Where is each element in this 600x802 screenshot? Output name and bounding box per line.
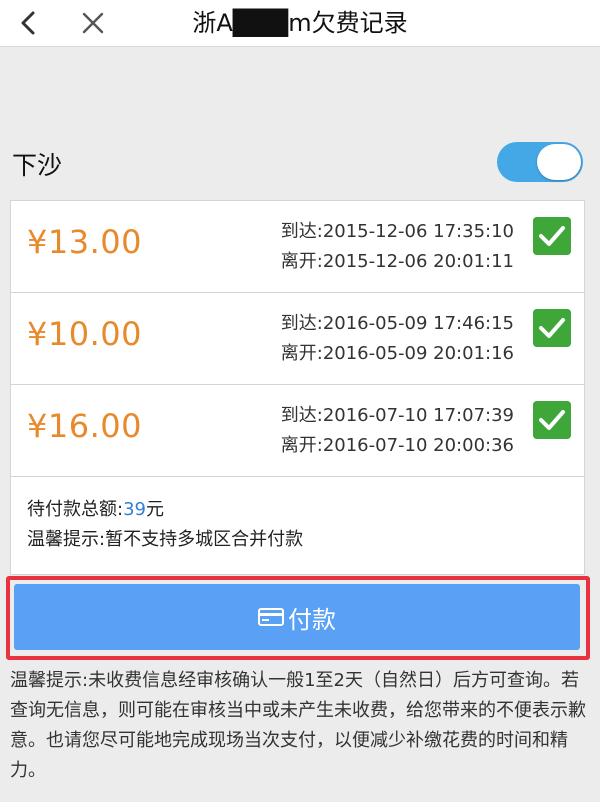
pay-button-label: 付款 [288,605,336,634]
close-icon[interactable] [78,7,108,39]
record-arrive-time: 到达:2016-05-09 17:46:15 [280,313,514,334]
area-toggle[interactable] [497,142,583,182]
pay-button[interactable]: 付款 [14,584,580,650]
record-amount: ¥16.00 [27,407,142,445]
record-leave-time: 离开:2015-12-06 20:01:11 [280,251,514,272]
chevron-left-icon[interactable] [14,7,44,39]
checkbox-checked-icon[interactable] [533,217,571,255]
total-line: 待付款总额:39元 [27,495,303,525]
record-arrive-time: 到达:2016-07-10 17:07:39 [280,405,514,426]
record-times: 到达:2016-05-09 17:46:15 离开:2016-05-09 20:… [281,309,514,369]
total-unit: 元 [145,499,164,520]
total-label: 待付款总额: [27,499,124,520]
card-icon [258,608,284,626]
page-title: 浙A███m欠费记录 [192,9,408,37]
record-amount: ¥13.00 [27,223,142,261]
checkbox-checked-icon[interactable] [533,401,571,439]
record-times: 到达:2015-12-06 17:35:10 离开:2015-12-06 20:… [281,217,514,277]
record-amount: ¥10.00 [27,315,142,353]
record-row[interactable]: ¥16.00 到达:2016-07-10 17:07:39 离开:2016-07… [11,385,584,477]
record-arrive-time: 到达:2015-12-06 17:35:10 [280,221,514,242]
area-name: 下沙 [12,151,63,180]
notice-text: 温馨提示:未收费信息经审核确认一般1至2天（自然日）后方可查询。若查询无信息，则… [10,670,586,781]
records-card: ¥13.00 到达:2015-12-06 17:35:10 离开:2015-12… [10,200,585,575]
nav-bar: 浙A███m欠费记录 [0,0,600,47]
record-times: 到达:2016-07-10 17:07:39 离开:2016-07-10 20:… [281,401,514,461]
merge-hint: 温馨提示:暂不支持多城区合并付款 [27,529,304,550]
record-leave-time: 离开:2016-05-09 20:01:16 [280,343,514,364]
total-value: 39 [123,499,146,520]
record-row[interactable]: ¥13.00 到达:2015-12-06 17:35:10 离开:2015-12… [11,201,584,293]
checkbox-checked-icon[interactable] [533,309,571,347]
toggle-knob [537,144,581,180]
payment-summary: 待付款总额:39元 温馨提示:暂不支持多城区合并付款 [27,495,303,555]
record-row[interactable]: ¥10.00 到达:2016-05-09 17:46:15 离开:2016-05… [11,293,584,385]
record-leave-time: 离开:2016-07-10 20:00:36 [280,435,514,456]
